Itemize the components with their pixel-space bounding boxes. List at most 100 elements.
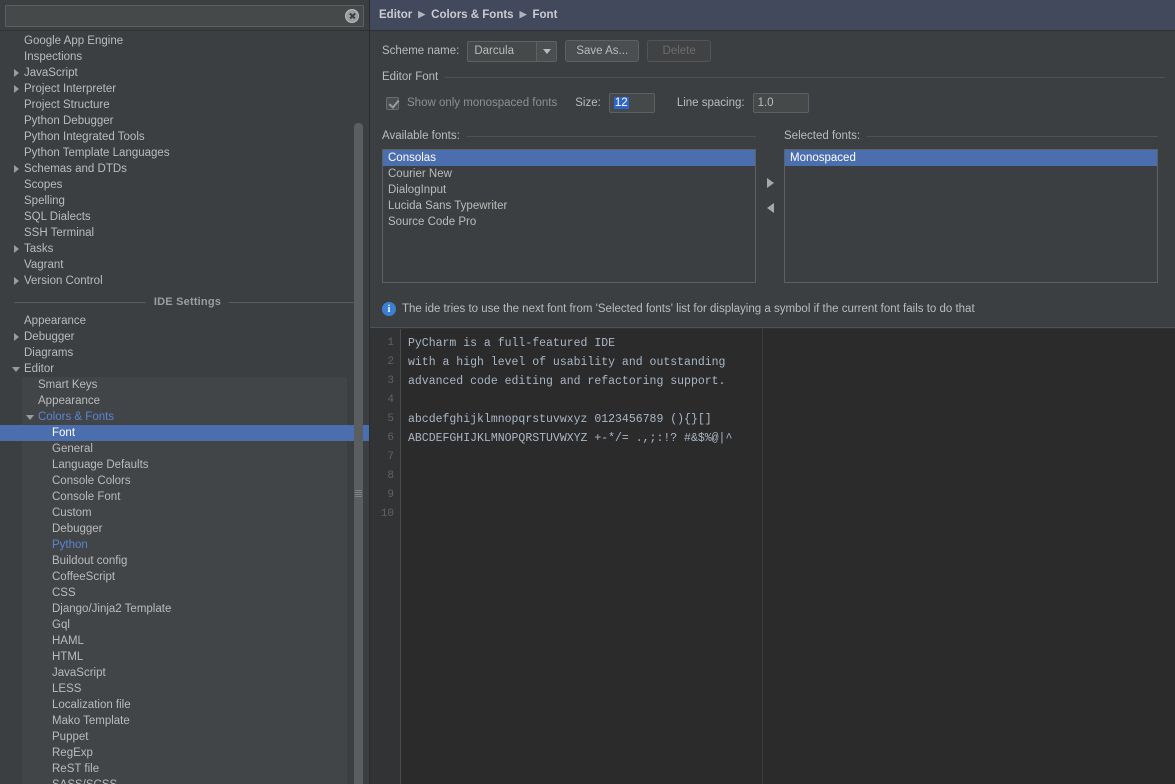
- settings-sidebar: Google App Engine Inspections JavaScript Pr…: [0, 0, 370, 784]
- info-circle-icon: i: [382, 302, 396, 316]
- tree-item-javascript[interactable]: JavaScript: [0, 665, 369, 681]
- tree-item-sql-dialects[interactable]: SQL Dialects: [0, 209, 369, 225]
- tree-item-language-defaults[interactable]: Language Defaults: [0, 457, 369, 473]
- chevron-right-glyph: [13, 277, 19, 285]
- tree-item-console-font[interactable]: Console Font: [0, 489, 369, 505]
- search-box[interactable]: [5, 5, 364, 27]
- tree-item-label: HAML: [52, 635, 84, 647]
- tree-item-diagrams[interactable]: Diagrams: [0, 345, 369, 361]
- line-spacing-input[interactable]: 1.0: [752, 93, 809, 113]
- tree-item-html[interactable]: HTML: [0, 649, 369, 665]
- available-font-item[interactable]: Courier New: [383, 166, 755, 182]
- tree-item-google-app-engine[interactable]: Google App Engine: [0, 33, 369, 49]
- tree-item-version-control[interactable]: Version Control: [0, 273, 369, 289]
- tree-item-project-interpreter[interactable]: Project Interpreter: [0, 81, 369, 97]
- tree-item-label: Editor: [24, 363, 55, 375]
- tree-item-less[interactable]: LESS: [0, 681, 369, 697]
- tree-item-debugger[interactable]: Debugger: [0, 329, 369, 345]
- scheme-dropdown-button[interactable]: [536, 41, 557, 61]
- sidebar-scrollbar[interactable]: [354, 31, 363, 784]
- breadcrumb-separator-icon: ▶: [418, 8, 426, 19]
- tree-item-django-jinja2-template[interactable]: Django/Jinja2 Template: [0, 601, 369, 617]
- tree-item-mako-template[interactable]: Mako Template: [0, 713, 369, 729]
- available-fonts-column: Available fonts: Consolas Courier New Dial…: [382, 128, 756, 283]
- tree-item-ssh-terminal[interactable]: SSH Terminal: [0, 225, 369, 241]
- chevron-right-icon[interactable]: [8, 165, 24, 173]
- tree-item-font[interactable]: Font: [0, 425, 369, 441]
- clear-search-icon[interactable]: [345, 9, 359, 23]
- tree-item-schemas-and-dtds[interactable]: Schemas and DTDs: [0, 161, 369, 177]
- tree-item-label: Buildout config: [52, 555, 128, 567]
- tree-item-rest-file[interactable]: ReST file: [0, 761, 369, 777]
- show-monospaced-checkbox[interactable]: [386, 96, 399, 110]
- preview-code-area[interactable]: PyCharm is a full-featured IDE with a hig…: [401, 328, 1175, 784]
- font-preview-editor[interactable]: 1 2 3 4 5 6 7 8 9 10 PyCharm is a full-featured I…: [370, 327, 1175, 784]
- chevron-down-icon[interactable]: [22, 414, 38, 420]
- tree-item-gql[interactable]: Gql: [0, 617, 369, 633]
- tree-item-python-template-languages[interactable]: Python Template Languages: [0, 145, 369, 161]
- available-font-item[interactable]: Lucida Sans Typewriter: [383, 198, 755, 214]
- chevron-right-icon[interactable]: [8, 85, 24, 93]
- chevron-down-icon[interactable]: [8, 366, 24, 372]
- chevron-right-icon[interactable]: [8, 245, 24, 253]
- tree-item-appearance[interactable]: Appearance: [0, 393, 369, 409]
- sidebar-scrollbar-thumb[interactable]: [354, 123, 363, 784]
- tree-item-spelling[interactable]: Spelling: [0, 193, 369, 209]
- font-size-input[interactable]: 12: [608, 93, 655, 113]
- tree-item-colors-fonts[interactable]: Colors & Fonts: [0, 409, 369, 425]
- tree-item-tasks[interactable]: Tasks: [0, 241, 369, 257]
- tree-item-sass-scss[interactable]: SASS/SCSS: [0, 777, 369, 784]
- ide-settings-separator: IDE Settings: [0, 293, 369, 311]
- tree-item-label: HTML: [52, 651, 84, 663]
- tree-item-label: CSS: [52, 587, 76, 599]
- save-as-button[interactable]: Save As...: [565, 40, 640, 62]
- tree-item-buildout-config[interactable]: Buildout config: [0, 553, 369, 569]
- tree-item-editor[interactable]: Editor: [0, 361, 369, 377]
- tree-item-project-structure[interactable]: Project Structure: [0, 97, 369, 113]
- tree-item-puppet[interactable]: Puppet: [0, 729, 369, 745]
- tree-item-regexp[interactable]: RegExp: [0, 745, 369, 761]
- tree-item-inspections[interactable]: Inspections: [0, 49, 369, 65]
- tree-item-scopes[interactable]: Scopes: [0, 177, 369, 193]
- available-font-item[interactable]: Consolas: [383, 150, 755, 166]
- settings-tree-scroll: Google App Engine Inspections JavaScript Pr…: [0, 30, 369, 784]
- available-fonts-list[interactable]: Consolas Courier New DialogInput Lucida San…: [382, 149, 756, 283]
- breadcrumb-item-1[interactable]: Editor: [379, 9, 412, 21]
- tree-item-javascript[interactable]: JavaScript: [0, 65, 369, 81]
- tree-item-label: ReST file: [52, 763, 100, 775]
- breadcrumb-item-2[interactable]: Colors & Fonts: [431, 9, 513, 21]
- available-font-item[interactable]: DialogInput: [383, 182, 755, 198]
- settings-dialog: Google App Engine Inspections JavaScript Pr…: [0, 0, 1175, 784]
- selected-fonts-list[interactable]: Monospaced: [784, 149, 1158, 283]
- sidebar-scrollbar-grip: [355, 489, 362, 501]
- tree-item-label: Colors & Fonts: [38, 411, 115, 423]
- search-input[interactable]: [12, 7, 345, 25]
- preview-code-line: [405, 448, 1175, 467]
- tree-item-custom[interactable]: Custom: [0, 505, 369, 521]
- tree-item-coffeescript[interactable]: CoffeeScript: [0, 569, 369, 585]
- scheme-name-label: Scheme name:: [382, 45, 460, 57]
- tree-item-haml[interactable]: HAML: [0, 633, 369, 649]
- breadcrumb: Editor ▶ Colors & Fonts ▶ Font: [370, 0, 1175, 31]
- scheme-name-combobox[interactable]: Darcula: [467, 40, 558, 62]
- tree-item-debugger[interactable]: Debugger: [0, 521, 369, 537]
- tree-item-label: SSH Terminal: [24, 227, 95, 239]
- tree-item-smart-keys[interactable]: Smart Keys: [0, 377, 369, 393]
- tree-item-python[interactable]: Python: [0, 537, 369, 553]
- tree-item-appearance[interactable]: Appearance: [0, 313, 369, 329]
- available-font-item[interactable]: Source Code Pro: [383, 214, 755, 230]
- tree-item-label: Inspections: [24, 51, 83, 63]
- tree-item-console-colors[interactable]: Console Colors: [0, 473, 369, 489]
- chevron-right-icon[interactable]: [8, 333, 24, 341]
- tree-item-python-integrated-tools[interactable]: Python Integrated Tools: [0, 129, 369, 145]
- chevron-right-icon[interactable]: [8, 69, 24, 77]
- tree-item-general[interactable]: General: [0, 441, 369, 457]
- tree-item-css[interactable]: CSS: [0, 585, 369, 601]
- tree-item-python-debugger[interactable]: Python Debugger: [0, 113, 369, 129]
- chevron-right-icon[interactable]: [8, 277, 24, 285]
- remove-font-button[interactable]: [763, 201, 777, 215]
- tree-item-localization-file[interactable]: Localization file: [0, 697, 369, 713]
- add-font-button[interactable]: [763, 176, 777, 190]
- selected-font-item[interactable]: Monospaced: [785, 150, 1157, 166]
- tree-item-vagrant[interactable]: Vagrant: [0, 257, 369, 273]
